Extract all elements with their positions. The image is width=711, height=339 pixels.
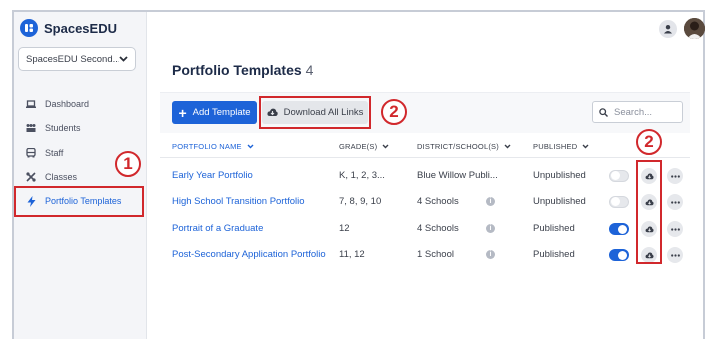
chevron-down-icon	[582, 144, 589, 149]
chevron-down-icon	[119, 56, 128, 62]
column-header-published[interactable]: PUBLISHED	[533, 142, 589, 151]
column-header-grades[interactable]: GRADE(S)	[339, 142, 389, 151]
publish-status: Published	[533, 223, 575, 234]
toggle-knob	[618, 224, 627, 234]
schools-cell: Blue Willow Publi...	[417, 170, 498, 181]
school-select-value: SpacesEDU Second...	[26, 53, 119, 65]
annotation-highlight-download-icons	[636, 160, 662, 264]
grades-cell: 11, 12	[339, 249, 365, 260]
publish-toggle[interactable]	[609, 249, 629, 261]
search-placeholder: Search...	[614, 106, 653, 118]
chevron-down-icon	[382, 144, 389, 149]
portfolio-name-link[interactable]: Post-Secondary Application Portfolio	[172, 249, 326, 260]
publish-toggle[interactable]	[609, 223, 629, 235]
schools-cell: 4 Schools	[417, 196, 459, 207]
sidebar-item-dashboard[interactable]: Dashboard	[26, 99, 89, 109]
publish-status: Published	[533, 249, 575, 260]
publish-toggle[interactable]	[609, 196, 629, 208]
publish-toggle[interactable]	[609, 170, 629, 182]
brand-name: SpacesEDU	[44, 20, 117, 36]
annotation-callout-2-toolbar: 2	[381, 99, 407, 125]
page-title-text: Portfolio Templates	[172, 62, 302, 78]
column-header-portfolio-name[interactable]: PORTFOLIO NAME	[172, 142, 254, 151]
bus-icon	[26, 148, 36, 158]
sidebar-item-students[interactable]: Students	[26, 123, 81, 133]
publish-status: Unpublished	[533, 196, 586, 207]
more-options-button[interactable]	[667, 247, 683, 263]
schools-cell: 1 School	[417, 249, 454, 260]
more-options-button[interactable]	[667, 221, 683, 237]
sidebar-item-label: Classes	[45, 172, 78, 182]
more-options-button[interactable]	[667, 194, 683, 210]
column-header-label: DISTRICT/SCHOOL(S)	[417, 142, 499, 151]
table-header-divider	[160, 157, 690, 158]
account-icon[interactable]	[659, 20, 677, 38]
annotation-highlight-download-all-links	[259, 96, 371, 129]
chevron-down-icon	[504, 144, 511, 149]
spacesedu-logo-icon	[20, 19, 38, 37]
more-horizontal-icon	[670, 227, 680, 231]
annotation-callout-2-column: 2	[636, 129, 662, 155]
sidebar-item-label: Students	[45, 123, 81, 133]
students-icon	[26, 123, 36, 133]
column-header-label: GRADE(S)	[339, 142, 378, 151]
school-select[interactable]: SpacesEDU Second...	[18, 47, 136, 71]
annotation-callout-1: 1	[115, 151, 141, 177]
column-header-label: PUBLISHED	[533, 142, 578, 151]
publish-status: Unpublished	[533, 170, 586, 181]
classes-icon	[26, 172, 36, 182]
more-options-button[interactable]	[667, 168, 683, 184]
portfolio-name-link[interactable]: Portrait of a Graduate	[172, 223, 263, 234]
toggle-knob	[611, 171, 620, 180]
avatar[interactable]	[684, 18, 705, 39]
more-horizontal-icon	[670, 174, 680, 178]
search-input[interactable]: Search...	[592, 101, 683, 123]
sidebar-item-label: Dashboard	[45, 99, 90, 109]
plus-icon: +	[178, 104, 187, 121]
schools-cell: 4 Schools	[417, 223, 459, 234]
add-template-label: Add Template	[192, 107, 251, 118]
info-icon[interactable]: i	[486, 224, 495, 233]
info-icon[interactable]: i	[486, 250, 495, 259]
column-header-district-schools[interactable]: DISTRICT/SCHOOL(S)	[417, 142, 511, 151]
laptop-icon	[26, 99, 36, 109]
toggle-knob	[611, 197, 620, 206]
more-horizontal-icon	[670, 200, 680, 204]
portfolio-name-link[interactable]: High School Transition Portfolio	[172, 196, 305, 207]
sidebar-item-classes[interactable]: Classes	[26, 172, 77, 182]
template-count: 4	[305, 62, 314, 78]
portfolio-name-link[interactable]: Early Year Portfolio	[172, 170, 253, 181]
toggle-knob	[618, 250, 627, 260]
page-title: Portfolio Templates 4	[172, 62, 313, 78]
column-header-label: PORTFOLIO NAME	[172, 142, 242, 151]
annotation-highlight-portfolio-templates	[14, 186, 144, 217]
brand[interactable]: SpacesEDU	[20, 19, 117, 37]
search-icon	[599, 107, 608, 117]
grades-cell: 7, 8, 9, 10	[339, 196, 382, 207]
more-horizontal-icon	[670, 253, 680, 257]
info-icon[interactable]: i	[486, 197, 495, 206]
grades-cell: K, 1, 2, 3...	[339, 170, 385, 181]
sidebar-item-label: Staff	[45, 148, 64, 158]
sidebar-item-staff[interactable]: Staff	[26, 148, 63, 158]
chevron-down-icon	[247, 144, 254, 149]
add-template-button[interactable]: + Add Template	[172, 101, 257, 124]
grades-cell: 12	[339, 223, 350, 234]
